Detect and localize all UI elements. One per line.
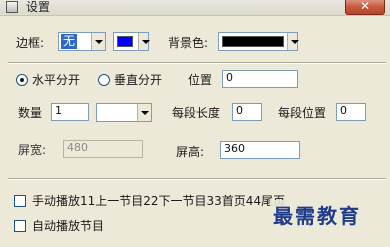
chevron-down-icon[interactable] bbox=[138, 33, 150, 50]
background-color-label: 背景色: bbox=[168, 36, 209, 50]
divider bbox=[8, 178, 386, 180]
chevron-down-icon[interactable] bbox=[287, 33, 299, 50]
segment-offset-label: 每段位置 bbox=[278, 106, 327, 120]
manual-play-label[interactable]: 手动播放11上一节目22下一节目33首页44尾页 bbox=[32, 194, 285, 208]
background-color-picker[interactable] bbox=[218, 32, 299, 51]
segment-length-input[interactable]: 0 bbox=[232, 103, 262, 121]
vertical-split-radio[interactable] bbox=[98, 74, 110, 86]
divider bbox=[8, 62, 386, 64]
horizontal-split-label[interactable]: 水平分开 bbox=[32, 73, 80, 87]
horizontal-split-radio[interactable] bbox=[16, 74, 28, 86]
position-label: 位置 bbox=[188, 73, 213, 87]
watermark: 最需教育 bbox=[270, 200, 364, 229]
screen-width-input: 480 bbox=[63, 140, 143, 158]
border-label: 边框: bbox=[16, 36, 45, 50]
border-style-value: 无 bbox=[61, 34, 78, 49]
window-title: 设置 bbox=[26, 0, 51, 14]
segment-unit-select[interactable] bbox=[96, 103, 152, 122]
chevron-down-icon[interactable] bbox=[137, 104, 151, 121]
segment-offset-input[interactable]: 0 bbox=[336, 103, 366, 121]
segment-count-input[interactable]: 1 bbox=[51, 103, 89, 121]
screen-height-label: 屏高: bbox=[176, 145, 205, 159]
border-color-swatch bbox=[117, 36, 133, 47]
border-style-select[interactable]: 无 bbox=[58, 32, 106, 51]
position-input[interactable]: 0 bbox=[222, 70, 298, 88]
screen-width-label: 屏宽: bbox=[18, 143, 47, 157]
app-icon bbox=[6, 1, 18, 13]
auto-play-label[interactable]: 自动播放节目 bbox=[32, 219, 104, 233]
background-color-swatch bbox=[222, 36, 284, 47]
title-bar: 设置 ✕ bbox=[0, 0, 390, 16]
vertical-split-label[interactable]: 垂直分开 bbox=[114, 73, 162, 87]
auto-play-checkbox[interactable] bbox=[14, 220, 26, 232]
segment-count-label: 数量 bbox=[18, 106, 43, 120]
segment-length-label: 每段长度 bbox=[172, 106, 221, 120]
screen-height-input[interactable]: 360 bbox=[220, 141, 300, 159]
border-color-picker[interactable] bbox=[113, 32, 150, 51]
manual-play-checkbox[interactable] bbox=[14, 195, 26, 207]
chevron-down-icon[interactable] bbox=[91, 33, 105, 50]
close-button[interactable]: ✕ bbox=[345, 0, 385, 15]
